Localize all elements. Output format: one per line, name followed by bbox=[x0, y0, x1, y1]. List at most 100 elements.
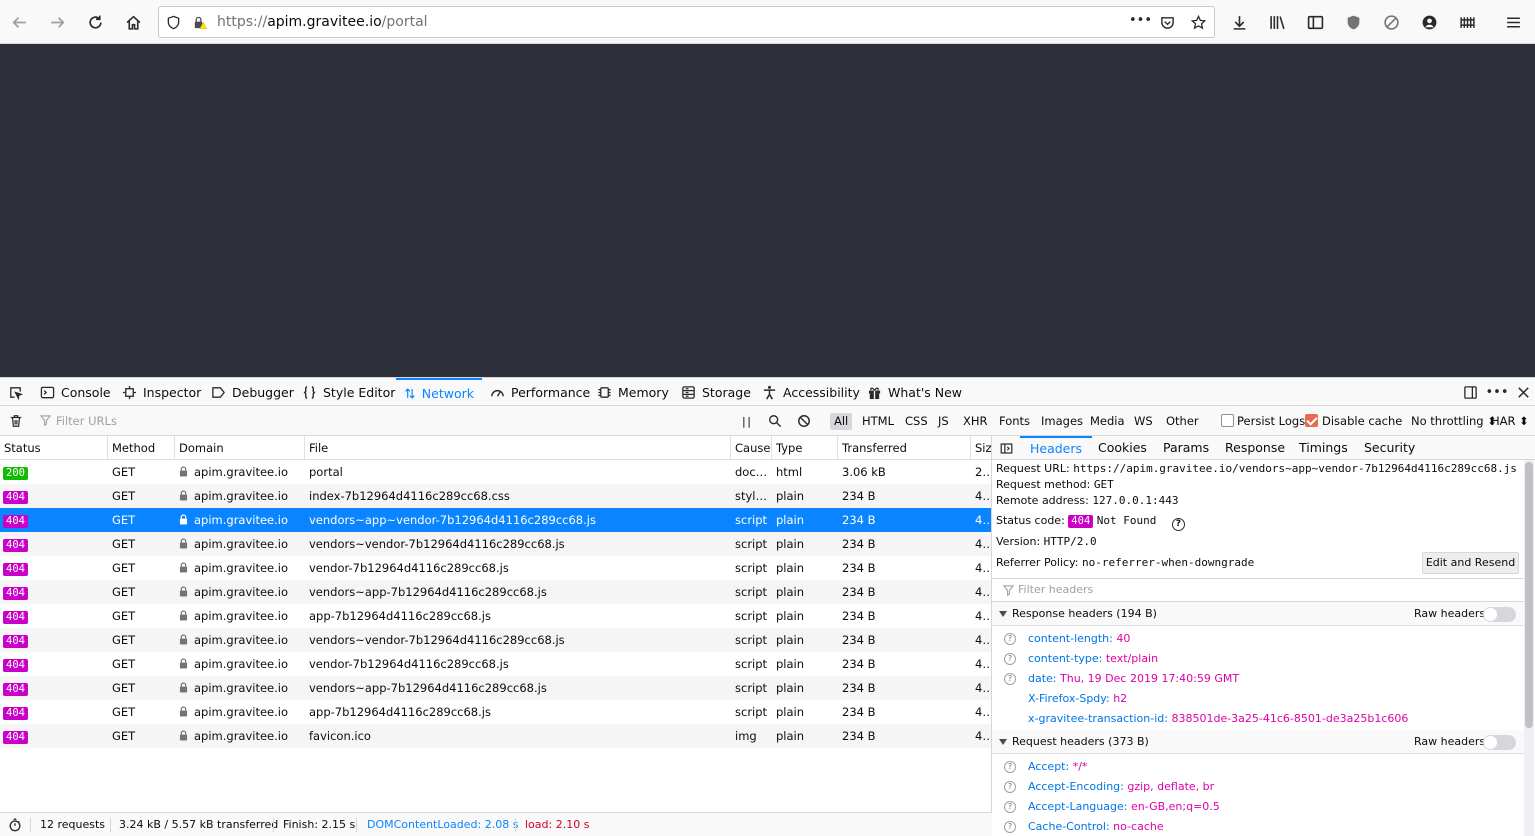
tab-whats-new[interactable]: What's New bbox=[867, 378, 962, 406]
element-picker-button[interactable] bbox=[6, 383, 24, 401]
header-line[interactable]: ? Cache-Control: no-cache bbox=[992, 817, 1522, 836]
table-row[interactable]: 404 GET apim.gravitee.io index-7b12964d4116… bbox=[0, 484, 991, 508]
tab-response[interactable]: Response bbox=[1225, 436, 1285, 460]
insecure-lock-warning-icon[interactable] bbox=[191, 14, 208, 31]
filter-headers-input[interactable]: Filter headers bbox=[992, 578, 1525, 602]
tab-security[interactable]: Security bbox=[1364, 436, 1415, 460]
tab-accessibility[interactable]: Accessibility bbox=[762, 378, 860, 406]
block-button[interactable] bbox=[1378, 9, 1404, 35]
response-headers-section[interactable]: Response headers (194 B) Raw headers bbox=[992, 602, 1525, 626]
scrollbar-thumb[interactable] bbox=[1525, 462, 1533, 728]
toggle-panel-icon[interactable] bbox=[1000, 442, 1013, 455]
help-icon[interactable]: ? bbox=[1004, 673, 1016, 685]
tab-style-editor[interactable]: Style Editor bbox=[302, 378, 395, 406]
url-bar[interactable]: https://apim.gravitee.io/portal ••• bbox=[158, 6, 1215, 38]
clear-button[interactable] bbox=[7, 412, 24, 429]
sidebar-button[interactable] bbox=[1302, 9, 1328, 35]
help-icon[interactable]: ? bbox=[1004, 781, 1016, 793]
pocket-icon[interactable] bbox=[1159, 14, 1176, 31]
throttling-select[interactable]: No throttling ⬍ bbox=[1411, 413, 1497, 430]
type-filter-media[interactable]: Media bbox=[1086, 413, 1129, 430]
dock-toggle-button[interactable] bbox=[1461, 383, 1479, 401]
tracking-shield-icon[interactable] bbox=[165, 14, 182, 31]
help-icon[interactable]: ? bbox=[1004, 761, 1016, 773]
tab-params[interactable]: Params bbox=[1163, 436, 1209, 460]
column-domain[interactable]: Domain bbox=[175, 436, 305, 460]
tab-storage[interactable]: Storage bbox=[681, 378, 751, 406]
help-icon[interactable]: ? bbox=[1004, 653, 1016, 665]
search-button[interactable] bbox=[766, 412, 783, 429]
type-filter-html[interactable]: HTML bbox=[858, 413, 898, 430]
tab-performance[interactable]: Performance bbox=[490, 378, 590, 406]
table-row[interactable]: 404 GET apim.gravitee.io vendors~app-7b1296… bbox=[0, 676, 991, 700]
header-line[interactable]: ? date: Thu, 19 Dec 2019 17:40:59 GMT bbox=[992, 669, 1522, 689]
header-line[interactable]: ? content-type: text/plain bbox=[992, 649, 1522, 669]
forward-button[interactable] bbox=[44, 9, 70, 35]
header-line[interactable]: X-Firefox-Spdy: h2 bbox=[992, 689, 1522, 709]
tab-debugger[interactable]: Debugger bbox=[211, 378, 294, 406]
raw-headers-toggle[interactable] bbox=[1483, 735, 1516, 750]
close-devtools-button[interactable] bbox=[1514, 383, 1532, 401]
column-type[interactable]: Type bbox=[772, 436, 838, 460]
privacy-badger-button[interactable] bbox=[1340, 9, 1366, 35]
column-method[interactable]: Method bbox=[108, 436, 175, 460]
bookmark-star-icon[interactable] bbox=[1190, 14, 1207, 31]
tab-memory[interactable]: Memory bbox=[597, 378, 669, 406]
table-row[interactable]: 404 GET apim.gravitee.io favicon.ico img plai… bbox=[0, 724, 991, 748]
header-line[interactable]: ? Accept: */* bbox=[992, 757, 1522, 777]
help-icon[interactable]: ? bbox=[1004, 633, 1016, 645]
url-text[interactable]: https://apim.gravitee.io/portal bbox=[217, 14, 428, 30]
table-row[interactable]: 404 GET apim.gravitee.io vendors~app~vendor… bbox=[0, 508, 991, 532]
tab-inspector[interactable]: Inspector bbox=[122, 378, 201, 406]
help-icon[interactable]: ? bbox=[1004, 821, 1016, 833]
table-row[interactable]: 404 GET apim.gravitee.io vendor-7b12964d411… bbox=[0, 556, 991, 580]
library-button[interactable] bbox=[1264, 9, 1290, 35]
table-row[interactable]: 404 GET apim.gravitee.io vendors~vendor-7b1… bbox=[0, 532, 991, 556]
tab-timings[interactable]: Timings bbox=[1299, 436, 1348, 460]
type-filter-all[interactable]: All bbox=[830, 413, 853, 430]
header-line[interactable]: x-gravitee-transaction-id: 838501de-3a25… bbox=[992, 709, 1522, 729]
type-filter-ws[interactable]: WS bbox=[1130, 413, 1157, 430]
home-button[interactable] bbox=[120, 9, 146, 35]
table-row[interactable]: 404 GET apim.gravitee.io app-7b12964d4116c2… bbox=[0, 700, 991, 724]
request-headers-section[interactable]: Request headers (373 B) Raw headers bbox=[992, 730, 1525, 754]
stopwatch-icon[interactable] bbox=[8, 818, 22, 832]
pause-button[interactable]: | | bbox=[742, 413, 751, 430]
type-filter-fonts[interactable]: Fonts bbox=[995, 413, 1034, 430]
column-file[interactable]: File bbox=[305, 436, 731, 460]
type-filter-css[interactable]: CSS bbox=[901, 413, 932, 430]
devtools-menu-button[interactable]: ••• bbox=[1486, 383, 1509, 401]
tab-network[interactable]: Network bbox=[396, 378, 482, 406]
column-transferred[interactable]: Transferred bbox=[838, 436, 971, 460]
status-help-icon[interactable]: ? bbox=[1171, 518, 1185, 531]
extension-button[interactable] bbox=[1454, 9, 1480, 35]
header-line[interactable]: ? content-length: 40 bbox=[992, 629, 1522, 649]
tab-headers[interactable]: Headers bbox=[1020, 436, 1093, 460]
table-row[interactable]: 404 GET apim.gravitee.io vendors~app-7b1296… bbox=[0, 580, 991, 604]
type-filter-images[interactable]: Images bbox=[1037, 413, 1087, 430]
type-filter-other[interactable]: Other bbox=[1162, 413, 1203, 430]
tab-cookies[interactable]: Cookies bbox=[1098, 436, 1147, 460]
tab-console[interactable]: Console bbox=[40, 378, 111, 406]
table-row[interactable]: 404 GET apim.gravitee.io vendors~vendor-7b1… bbox=[0, 628, 991, 652]
edit-and-resend-button[interactable]: Edit and Resend bbox=[1422, 552, 1519, 574]
disable-cache-checkbox[interactable] bbox=[1305, 414, 1318, 427]
details-scrollbar[interactable] bbox=[1524, 460, 1534, 836]
page-actions-button[interactable]: ••• bbox=[1129, 13, 1152, 28]
reload-button[interactable] bbox=[82, 9, 108, 35]
raw-headers-toggle[interactable] bbox=[1483, 607, 1516, 622]
type-filter-xhr[interactable]: XHR bbox=[959, 413, 992, 430]
block-requests-button[interactable] bbox=[795, 412, 812, 429]
menu-button[interactable] bbox=[1500, 9, 1526, 35]
column-status[interactable]: Status bbox=[0, 436, 108, 460]
table-row[interactable]: 200 GET apim.gravitee.io portal docu… html 3.0… bbox=[0, 460, 991, 484]
header-line[interactable]: ? Accept-Encoding: gzip, deflate, br bbox=[992, 777, 1522, 797]
table-row[interactable]: 404 GET apim.gravitee.io app-7b12964d4116c2… bbox=[0, 604, 991, 628]
table-row[interactable]: 404 GET apim.gravitee.io vendor-7b12964d411… bbox=[0, 652, 991, 676]
filter-urls-input[interactable]: Filter URLs bbox=[38, 411, 728, 431]
type-filter-js[interactable]: JS bbox=[934, 413, 953, 430]
column-cause[interactable]: Cause bbox=[731, 436, 772, 460]
downloads-button[interactable] bbox=[1226, 9, 1252, 35]
help-icon[interactable]: ? bbox=[1004, 801, 1016, 813]
account-button[interactable] bbox=[1416, 9, 1442, 35]
